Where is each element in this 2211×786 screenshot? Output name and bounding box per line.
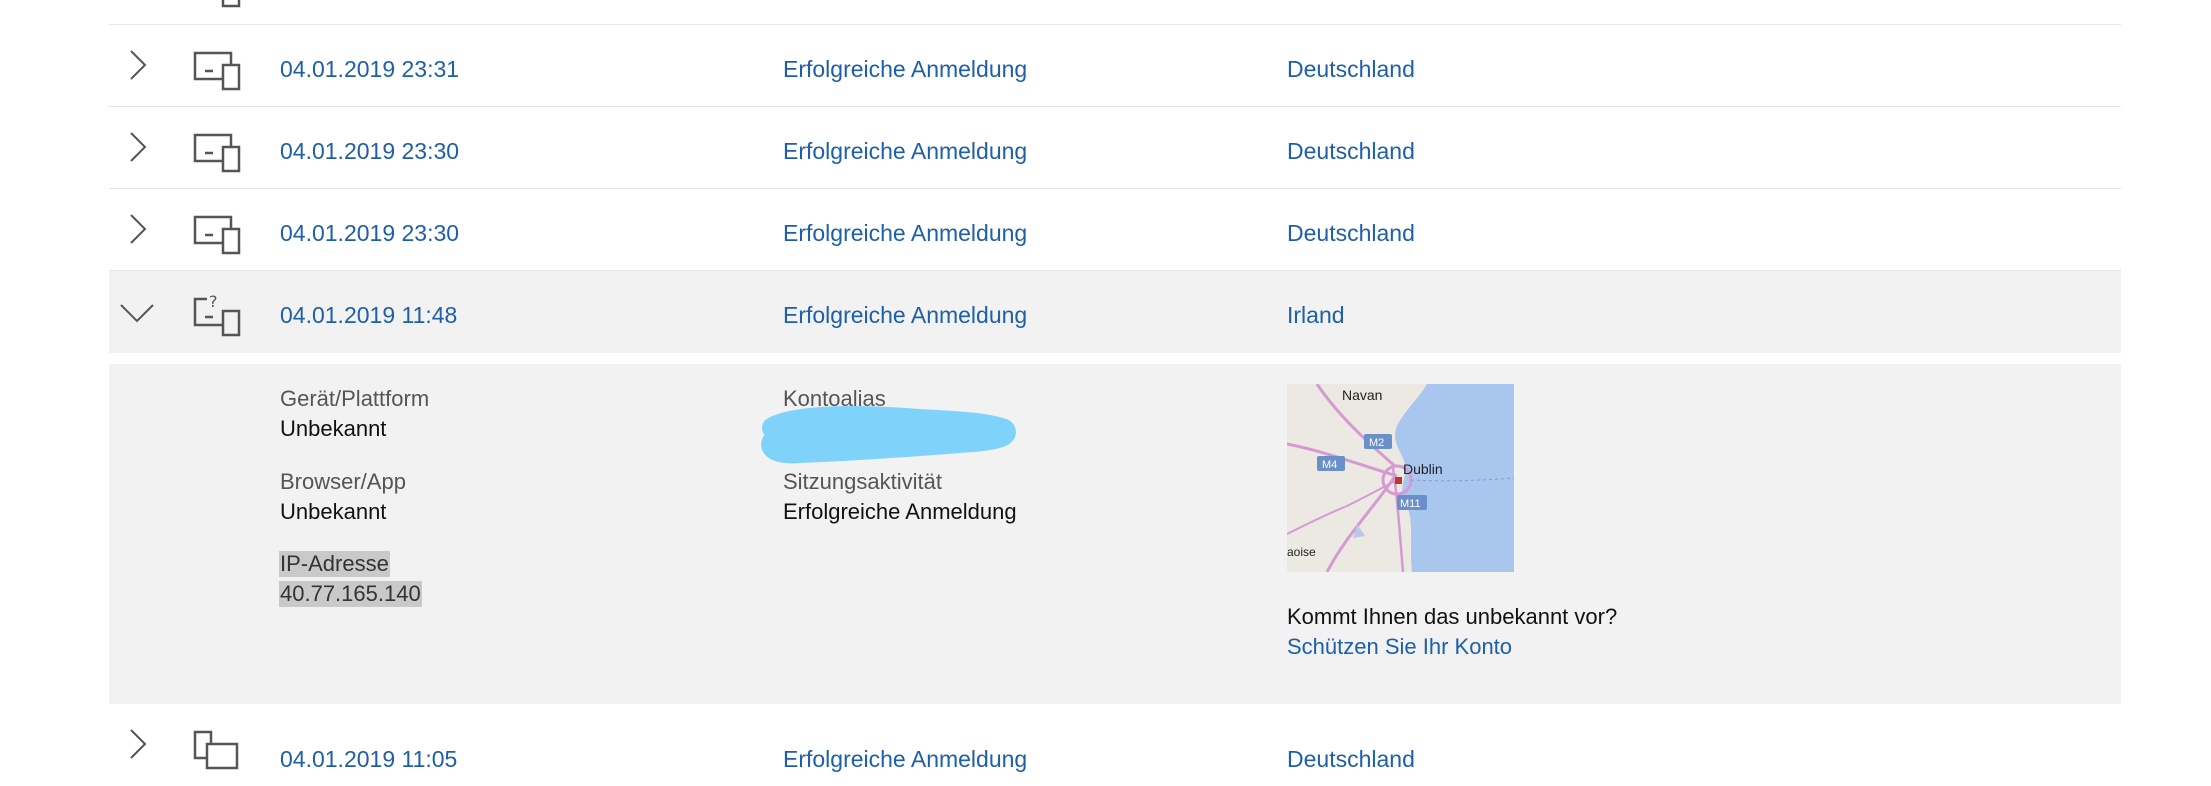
session-activity-label: Sitzungsaktivität	[783, 469, 942, 494]
map-road-m11: M11	[1400, 498, 1421, 510]
location-map[interactable]: M4 M2 M11 Navan Dublin aoise	[1287, 384, 1514, 572]
chevron-right-icon[interactable]	[115, 43, 159, 87]
activity-row-expanded[interactable]: ? 04.01.2019 11:48 Erfolgreiche Anmeldun…	[109, 271, 2121, 353]
ip-address-value: 40.77.165.140	[279, 581, 422, 607]
activity-row[interactable]	[109, 0, 2121, 25]
map-label-dublin: Dublin	[1403, 461, 1443, 477]
chevron-right-icon[interactable]	[115, 722, 159, 766]
ip-address-label: IP-Adresse	[279, 551, 390, 577]
map-label-navan: Navan	[1342, 387, 1382, 403]
row-activity[interactable]: Erfolgreiche Anmeldung	[783, 220, 1027, 247]
devices-icon	[193, 51, 241, 91]
chevron-right-icon[interactable]	[115, 0, 159, 4]
unfamiliar-question: Kommt Ihnen das unbekannt vor?	[1287, 604, 1618, 629]
activity-row[interactable]: 04.01.2019 23:30 Erfolgreiche Anmeldung …	[109, 107, 2121, 189]
devices-icon	[193, 133, 241, 173]
devices-icon	[193, 215, 241, 255]
row-datetime[interactable]: 04.01.2019 23:30	[280, 220, 459, 247]
device-platform-label: Gerät/Plattform	[280, 386, 430, 411]
unknown-device-icon: ?	[193, 293, 241, 337]
map-road-m4: M4	[1322, 459, 1337, 471]
activity-row[interactable]: 04.01.2019 23:31 Erfolgreiche Anmeldung …	[109, 25, 2121, 107]
row-country[interactable]: Deutschland	[1287, 220, 1415, 247]
browser-app-value: Unbekannt	[280, 499, 387, 524]
device-platform-value: Unbekannt	[280, 416, 387, 441]
row-datetime[interactable]: 04.01.2019 23:31	[280, 56, 459, 83]
row-country[interactable]: Irland	[1287, 302, 1345, 329]
browser-app-label: Browser/App	[280, 469, 406, 494]
chevron-down-icon[interactable]	[115, 291, 159, 335]
devices-icon	[221, 0, 241, 8]
row-activity[interactable]: Erfolgreiche Anmeldung	[783, 138, 1027, 165]
row-activity[interactable]: Erfolgreiche Anmeldung	[783, 56, 1027, 83]
protect-account-link[interactable]: Schützen Sie Ihr Konto	[1287, 634, 1512, 660]
row-activity[interactable]: Erfolgreiche Anmeldung	[783, 302, 1027, 329]
row-country[interactable]: Deutschland	[1287, 138, 1415, 165]
activity-detail-panel: Gerät/Plattform Unbekannt Browser/App Un…	[109, 364, 2121, 704]
map-label-laoise: aoise	[1287, 545, 1316, 559]
activity-row[interactable]: 04.01.2019 23:30 Erfolgreiche Anmeldung …	[109, 189, 2121, 271]
chevron-right-icon[interactable]	[115, 207, 159, 251]
device-icon	[193, 730, 239, 770]
activity-row[interactable]: 04.01.2019 11:05 Erfolgreiche Anmeldung …	[109, 704, 2121, 786]
row-datetime[interactable]: 04.01.2019 23:30	[280, 138, 459, 165]
row-country[interactable]: Deutschland	[1287, 56, 1415, 83]
chevron-right-icon[interactable]	[115, 125, 159, 169]
svg-text:?: ?	[209, 293, 218, 311]
map-road-m2: M2	[1369, 437, 1384, 449]
redaction-scribble	[761, 406, 1016, 464]
session-activity-value: Erfolgreiche Anmeldung	[783, 499, 1017, 524]
row-datetime[interactable]: 04.01.2019 11:48	[280, 302, 457, 329]
